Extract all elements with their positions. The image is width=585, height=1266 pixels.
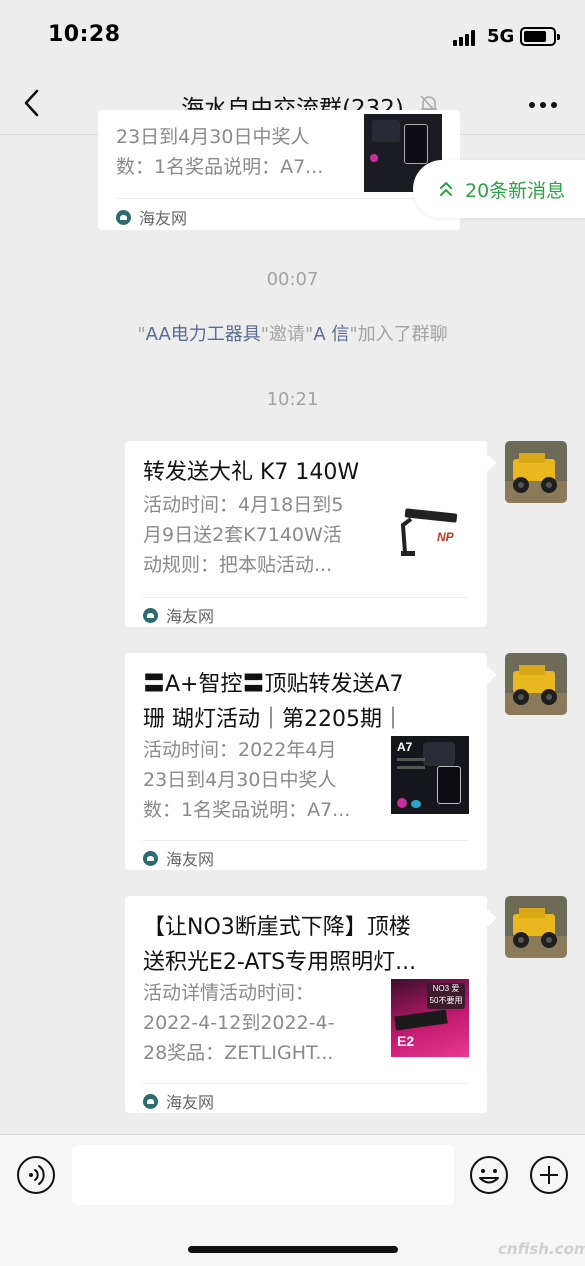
title-line: 转发送大礼 K7 140W [143,460,360,485]
inviter-name[interactable]: AA电力工器具 [146,324,261,345]
voice-input-icon[interactable] [16,1155,56,1195]
card-source: 海友网 [143,1089,214,1113]
source-logo-icon [116,209,131,225]
double-chevron-up-icon [440,182,452,196]
source-logo-icon [143,1093,158,1109]
card-source: 海友网 [143,846,214,870]
card-thumbnail-a7: A7 [391,736,469,814]
desc-line: 活动详情活动时间： [143,982,315,1004]
desc-line: 23日到4月30日中奖人 [116,126,310,148]
battery-icon [520,27,560,46]
status-time: 10:28 [48,22,121,47]
desc-line: 23日到4月30日中奖人 [143,769,337,791]
card-source: 海友网 [143,603,214,627]
chat-input-bar: cnfish.com [0,1134,585,1266]
desc-line: 数：1名奖品说明：A7... [116,156,324,178]
new-messages-label: 20条新消息 [465,180,566,202]
source-label: 海友网 [166,1093,215,1112]
card-title: 转发送大礼 K7 140W [143,455,471,490]
card-description: 23日到4月30日中奖人 数：1名奖品说明：A7... [116,122,356,182]
more-actions-plus-icon[interactable] [529,1155,569,1195]
thumb-text: NO3 爱 [432,984,460,993]
card-divider [143,597,469,598]
emoji-icon[interactable] [469,1155,509,1195]
card-description: 活动时间：4月18日到5 月9日送2套K7140W活 动规则：把本贴活动... [143,490,371,580]
more-options-icon[interactable] [528,100,558,110]
sys-quote: " [137,324,146,345]
desc-line: 活动时间：4月18日到5 [143,494,344,516]
card-thumbnail-lamp: NP [391,499,469,577]
link-message-card[interactable]: 【让NO3断崖式下降】顶楼 送积光E2-ATS专用照明灯... 活动详情活动时间… [125,896,487,1113]
card-divider [143,840,469,841]
sys-join-text: "加入了群聊 [349,324,448,345]
thumb-text: 50不要用 [429,996,463,1005]
desc-line: 月9日送2套K7140W活 [143,524,342,546]
card-divider [143,1083,469,1084]
source-logo-icon [143,607,158,623]
thumb-text: A7 [397,740,413,754]
title-line: 【让NO3断崖式下降】顶楼 [143,915,411,940]
svg-text:NP: NP [437,530,455,544]
sender-avatar[interactable] [505,441,567,503]
source-label: 海友网 [166,850,215,869]
network-type: 5G [487,26,515,47]
card-title: 〓A+智控〓顶贴转发送A7 珊 瑚灯活动｜第2205期｜ [143,667,471,737]
invitee-name[interactable]: A 信 [313,324,349,345]
timestamp: 10:21 [266,389,319,410]
card-divider [116,198,442,199]
desc-line: 数：1名奖品说明：A7... [143,799,351,821]
sender-avatar[interactable] [505,896,567,958]
home-indicator[interactable] [188,1246,398,1253]
card-title: 【让NO3断崖式下降】顶楼 送积光E2-ATS专用照明灯... [143,910,471,980]
source-label: 海友网 [139,209,188,228]
card-source: 海友网 [116,205,187,229]
watermark: cnfish.com [498,1240,585,1258]
top-link-card[interactable]: 23日到4月30日中奖人 数：1名奖品说明：A7... 海友网 [98,110,460,230]
status-bar: 10:28 5G [0,0,585,75]
link-message-card[interactable]: 转发送大礼 K7 140W 活动时间：4月18日到5 月9日送2套K7140W活… [125,441,487,627]
thumb-text: E2 [397,1033,415,1049]
signal-icon [453,30,479,46]
desc-line: 动规则：把本贴活动... [143,554,333,576]
new-messages-button[interactable]: 20条新消息 [413,160,585,218]
desc-line: 活动时间：2022年4月 [143,739,337,761]
timestamp: 00:07 [266,269,319,290]
message-input[interactable] [72,1145,454,1205]
source-label: 海友网 [166,607,215,626]
sender-avatar[interactable] [505,653,567,715]
system-message: "AA电力工器具"邀请"A 信"加入了群聊 [0,320,585,346]
title-line: 〓A+智控〓顶贴转发送A7 [143,672,404,697]
card-description: 活动时间：2022年4月 23日到4月30日中奖人 数：1名奖品说明：A7... [143,735,371,825]
title-line: 珊 瑚灯活动｜第2205期｜ [143,707,404,732]
desc-line: 28奖品：ZETLIGHT... [143,1042,334,1064]
sys-invite-text: "邀请" [260,324,314,345]
card-thumbnail-e2: NO3 爱 50不要用 E2 [391,979,469,1057]
source-logo-icon [143,850,158,866]
desc-line: 2022-4-12到2022-4- [143,1012,335,1034]
title-line: 送积光E2-ATS专用照明灯... [143,950,417,975]
link-message-card[interactable]: 〓A+智控〓顶贴转发送A7 珊 瑚灯活动｜第2205期｜ 活动时间：2022年4… [125,653,487,870]
card-description: 活动详情活动时间： 2022-4-12到2022-4- 28奖品：ZETLIGH… [143,978,371,1068]
